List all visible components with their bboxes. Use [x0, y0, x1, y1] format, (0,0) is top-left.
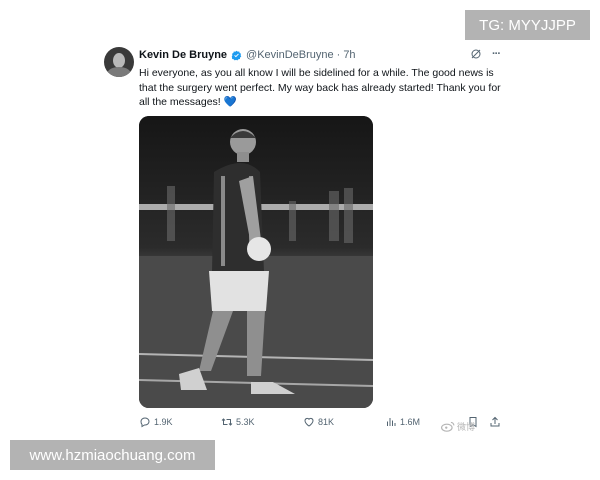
url-watermark: www.hzmiaochuang.com	[10, 440, 215, 470]
more-options-icon[interactable]: ···	[492, 48, 501, 60]
share-icon	[490, 416, 500, 427]
header-separator: ·	[336, 49, 341, 61]
tg-watermark: TG: MYYJJPP	[465, 10, 590, 40]
tweet-header: Kevin De Bruyne @KevinDeBruyne · 7h	[139, 49, 356, 61]
reply-icon	[140, 417, 150, 428]
grok-icon[interactable]	[470, 48, 482, 60]
reply-button[interactable]: 1.9K	[139, 416, 173, 428]
author-handle[interactable]: @KevinDeBruyne	[246, 49, 334, 61]
avatar-face	[113, 53, 125, 68]
like-count: 81K	[318, 417, 335, 427]
author-name[interactable]: Kevin De Bruyne	[139, 49, 227, 61]
share-button[interactable]	[489, 416, 501, 428]
retweet-button[interactable]: 5.3K	[221, 416, 255, 428]
like-button[interactable]: 81K	[303, 416, 334, 428]
weibo-watermark-text: 微博	[457, 422, 476, 432]
avatar-body	[107, 67, 131, 77]
tweet-photo[interactable]	[139, 116, 373, 408]
tweet-top-icons: ···	[470, 48, 501, 60]
views-button[interactable]: 1.6M	[385, 416, 420, 428]
weibo-icon	[441, 421, 455, 432]
retweet-icon	[221, 418, 233, 426]
verified-badge-icon	[231, 50, 242, 60]
weibo-watermark: 微博	[441, 420, 475, 433]
blue-heart-emoji: 💙	[223, 96, 237, 108]
analytics-icon	[387, 418, 396, 426]
tweet-text: Hi everyone, as you all know I will be s…	[139, 66, 501, 110]
tweet-body: Hi everyone, as you all know I will be s…	[139, 67, 501, 108]
view-count: 1.6M	[400, 417, 421, 427]
retweet-count: 5.3K	[236, 417, 255, 427]
avatar[interactable]	[104, 47, 134, 77]
player-photo-image	[139, 116, 373, 408]
post-time[interactable]: 7h	[343, 49, 355, 61]
heart-icon	[304, 417, 314, 427]
reply-count: 1.9K	[154, 417, 173, 427]
